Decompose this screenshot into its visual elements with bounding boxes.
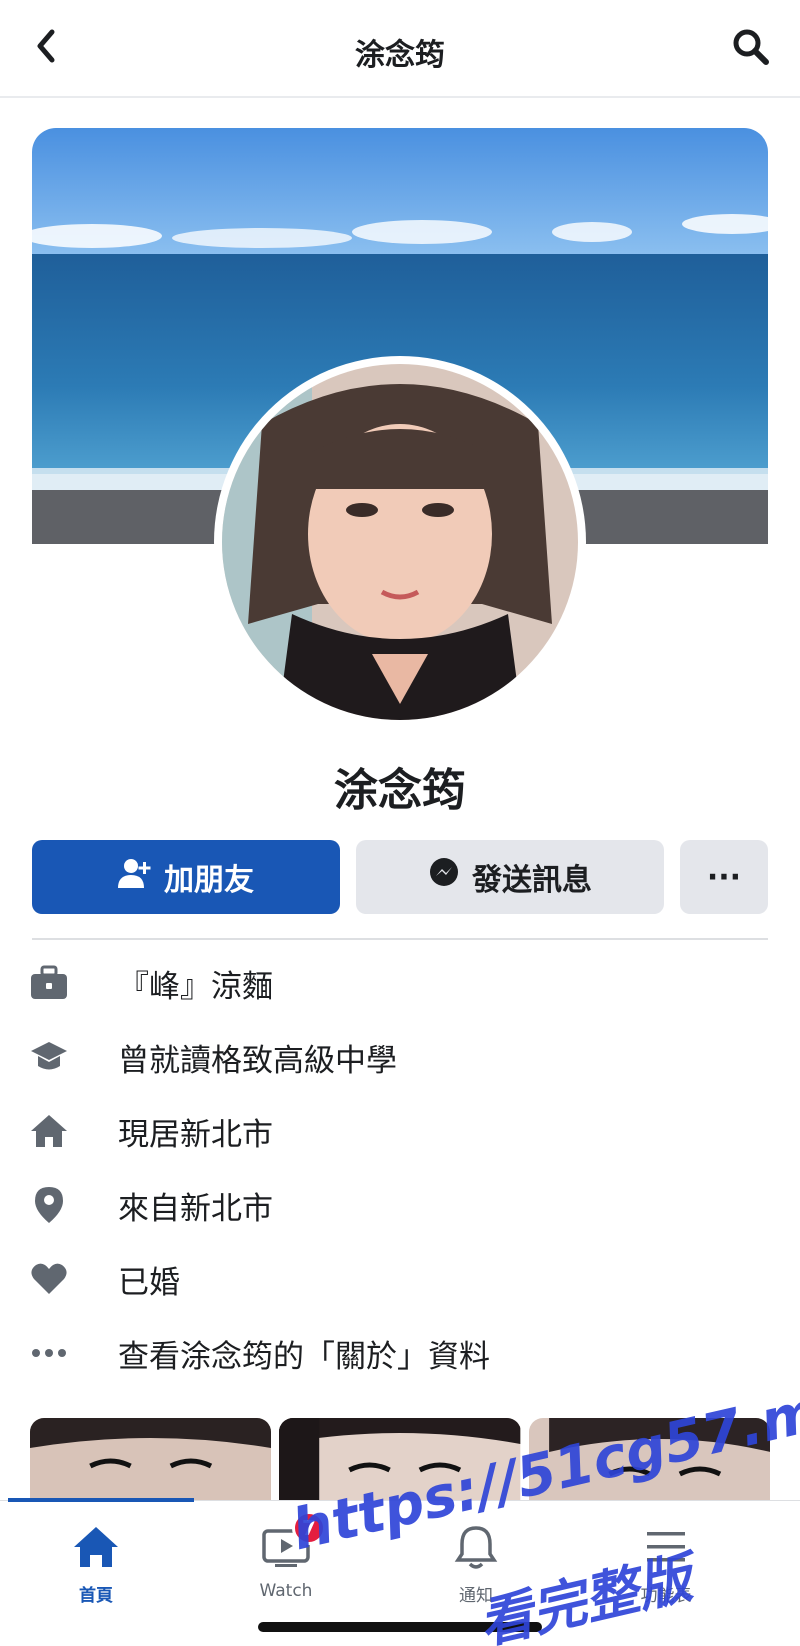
- intro-list: 『峰』涼麵 曾就讀格致高級中學 現居新北市 來自新北市 已婚 查看涂念筠的「關於…: [28, 946, 768, 1390]
- add-friend-label: 加朋友: [164, 863, 254, 898]
- send-message-label: 發送訊息: [472, 863, 592, 898]
- intro-hometown: 來自新北市: [28, 1168, 768, 1242]
- intro-text: 『峰』涼麵: [118, 968, 273, 1005]
- add-friend-button[interactable]: 加朋友: [32, 840, 340, 914]
- heart-icon: [28, 1258, 70, 1300]
- intro-text: 曾就讀格致高級中學: [118, 1042, 397, 1079]
- send-message-button[interactable]: 發送訊息: [356, 840, 664, 914]
- location-pin-icon: [28, 1184, 70, 1226]
- profile-name: 涂念筠: [334, 765, 466, 816]
- graduation-cap-icon: [28, 1036, 70, 1078]
- briefcase-icon: [28, 962, 70, 1004]
- ellipsis-icon: [28, 1332, 70, 1374]
- house-icon: [28, 1110, 70, 1152]
- intro-relationship: 已婚: [28, 1242, 768, 1316]
- see-about-info-link[interactable]: 查看涂念筠的「關於」資料: [28, 1316, 768, 1390]
- intro-education: 曾就讀格致高級中學: [28, 1020, 768, 1094]
- more-options-button[interactable]: ···: [680, 840, 768, 914]
- search-icon[interactable]: [730, 26, 772, 68]
- profile-avatar[interactable]: [214, 356, 586, 728]
- page-title: 涂念筠: [355, 38, 445, 73]
- intro-text: 來自新北市: [118, 1190, 273, 1227]
- top-bar: 涂念筠: [0, 0, 800, 98]
- divider: [32, 938, 768, 940]
- active-tab-indicator: [8, 1498, 194, 1502]
- intro-text: 查看涂念筠的「關於」資料: [118, 1338, 490, 1375]
- intro-current-city: 現居新北市: [28, 1094, 768, 1168]
- add-person-icon: [118, 858, 152, 896]
- avatar-photo: [222, 364, 578, 720]
- messenger-icon: [428, 857, 460, 897]
- home-icon: [16, 1519, 176, 1575]
- tab-home-label: 首頁: [79, 1586, 113, 1606]
- tab-home[interactable]: 首頁: [16, 1519, 176, 1619]
- intro-work: 『峰』涼麵: [28, 946, 768, 1020]
- more-label: ···: [706, 859, 742, 895]
- intro-text: 已婚: [118, 1264, 180, 1301]
- photo-thumbnail[interactable]: [30, 1418, 272, 1502]
- tab-watch-label: Watch: [259, 1581, 313, 1601]
- intro-text: 現居新北市: [118, 1116, 273, 1153]
